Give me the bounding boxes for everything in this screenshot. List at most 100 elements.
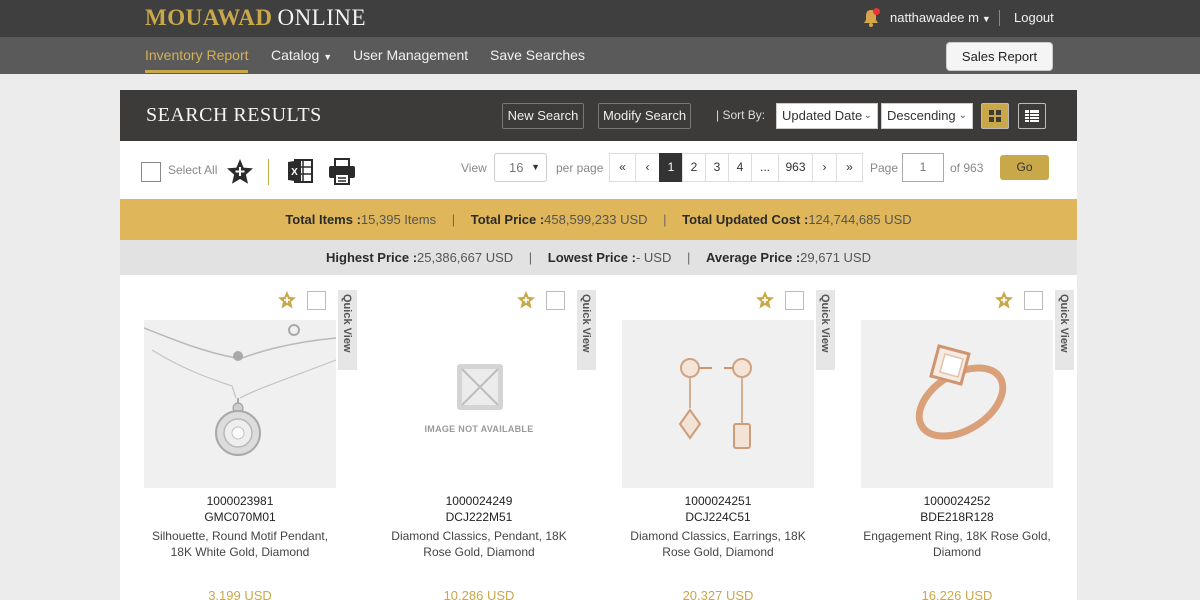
product-card[interactable]: Quick View 1000023981 GMC070M01 Silhouet…: [144, 286, 374, 600]
product-description-line: Diamond: [932, 545, 982, 559]
divider: [999, 10, 1000, 26]
select-all-checkbox[interactable]: [141, 162, 161, 182]
product-sku: DCJ222M51: [445, 510, 513, 524]
pendant-image: [144, 324, 336, 456]
product-image[interactable]: IMAGE NOT AVAILABLE: [383, 320, 575, 488]
page-963[interactable]: 963: [778, 153, 813, 182]
product-card[interactable]: Quick View 1000024251 DCJ224C51 Diamond …: [622, 286, 852, 600]
quick-view-label: Quick View: [819, 294, 831, 353]
sort-by-label: | Sort By:: [716, 108, 766, 122]
highest-price-label: Highest Price :: [326, 250, 418, 265]
lowest-price-value: - USD: [635, 250, 672, 265]
add-favorite-icon[interactable]: [226, 158, 254, 186]
sales-report-button[interactable]: Sales Report: [946, 42, 1053, 71]
select-checkbox[interactable]: [546, 291, 565, 310]
new-search-button[interactable]: New Search: [502, 103, 584, 129]
results-header: SEARCH RESULTS New Search Modify Search …: [120, 90, 1077, 141]
nav-catalog-label: Catalog: [271, 47, 320, 63]
list-icon: [1025, 110, 1039, 122]
product-id: 1000024251: [684, 494, 752, 508]
product-description-line: Rose Gold, Diamond: [662, 545, 774, 559]
favorite-star-icon[interactable]: [277, 290, 297, 310]
total-items-value: 15,395 Items: [360, 212, 437, 227]
page-4[interactable]: 4: [728, 153, 752, 182]
product-image[interactable]: [144, 320, 336, 488]
page-first[interactable]: «: [609, 153, 636, 182]
total-pages-label: of 963: [950, 161, 984, 175]
logout-link[interactable]: Logout: [1014, 10, 1054, 25]
ring-image: [915, 344, 1007, 440]
quick-view-button[interactable]: Quick View: [816, 290, 835, 370]
average-price-label: Average Price :: [705, 250, 801, 265]
product-price: 16,226 USD: [921, 588, 993, 600]
page-1[interactable]: 1: [659, 153, 683, 182]
nav-inventory-report[interactable]: Inventory Report: [145, 47, 249, 63]
view-label: View: [461, 161, 487, 175]
nav-user-management[interactable]: User Management: [353, 47, 468, 63]
divider: |: [528, 250, 533, 265]
quick-view-button[interactable]: Quick View: [338, 290, 357, 370]
product-id: 1000024252: [923, 494, 991, 508]
per-page-label: per page: [556, 161, 604, 175]
sort-field-value: Updated Date: [782, 108, 863, 123]
product-image[interactable]: [861, 320, 1053, 488]
product-description: Diamond Classics, Earrings, 18K Rose Gol…: [612, 528, 824, 560]
page-last[interactable]: »: [836, 153, 863, 182]
excel-export-icon[interactable]: X: [286, 157, 314, 185]
total-cost-label: Total Updated Cost :: [682, 212, 809, 227]
select-checkbox[interactable]: [785, 291, 804, 310]
total-items-label: Total Items :: [285, 212, 361, 227]
product-card[interactable]: Quick View IMAGE NOT AVAILABLE 100002424…: [383, 286, 613, 600]
notification-bell-icon[interactable]: [862, 8, 880, 28]
product-card[interactable]: Quick View 1000024252 BDE218R128 Engagem…: [861, 286, 1091, 600]
product-description: Engagement Ring, 18K Rose Gold, Diamond: [851, 528, 1063, 560]
product-description: Diamond Classics, Pendant, 18K Rose Gold…: [373, 528, 585, 560]
average-price-value: 29,671 USD: [800, 250, 871, 265]
favorite-star-icon[interactable]: [516, 290, 536, 310]
product-price: 3,199 USD: [208, 588, 272, 600]
favorite-star-icon[interactable]: [994, 290, 1014, 310]
page-title: SEARCH RESULTS: [146, 104, 322, 126]
divider: |: [686, 250, 691, 265]
quick-view-button[interactable]: Quick View: [577, 290, 596, 370]
nav-save-searches[interactable]: Save Searches: [490, 47, 585, 63]
sort-field-select[interactable]: Updated Date ⌄: [776, 103, 878, 129]
page-3[interactable]: 3: [705, 153, 729, 182]
list-view-button[interactable]: [1018, 103, 1046, 129]
select-checkbox[interactable]: [307, 291, 326, 310]
product-id: 1000024249: [445, 494, 513, 508]
page-next[interactable]: ›: [812, 153, 837, 182]
total-price-value: 458,599,233 USD: [544, 212, 648, 227]
chevron-down-icon: ⌄: [958, 110, 967, 121]
modify-search-button[interactable]: Modify Search: [598, 103, 691, 129]
go-button[interactable]: Go: [1000, 155, 1049, 180]
favorite-star-icon[interactable]: [755, 290, 775, 310]
top-bar: MOUAWAD ONLINE natthawadee m ▼ Logout: [0, 0, 1200, 37]
nav-catalog[interactable]: Catalog ▼: [271, 47, 332, 63]
product-description-line: Silhouette, Round Motif Pendant,: [151, 529, 329, 543]
quick-view-label: Quick View: [1058, 294, 1070, 353]
product-description-line: 18K White Gold, Diamond: [170, 545, 310, 559]
product-price: 10,286 USD: [443, 588, 515, 600]
grid-view-button[interactable]: [981, 103, 1009, 129]
select-all-label: Select All: [168, 163, 218, 177]
sort-order-select[interactable]: Descending ⌄: [881, 103, 973, 129]
user-menu[interactable]: natthawadee m ▼: [890, 10, 991, 25]
product-description: Silhouette, Round Motif Pendant, 18K Whi…: [134, 528, 346, 560]
print-icon[interactable]: [328, 157, 356, 185]
page-prev[interactable]: ‹: [635, 153, 660, 182]
product-description-line: Diamond Classics, Earrings, 18K: [630, 529, 806, 543]
total-price-label: Total Price :: [470, 212, 545, 227]
product-image[interactable]: [622, 320, 814, 488]
select-checkbox[interactable]: [1024, 291, 1043, 310]
page-2[interactable]: 2: [682, 153, 706, 182]
product-sku: DCJ224C51: [685, 510, 751, 524]
product-description-line: Rose Gold, Diamond: [423, 545, 535, 559]
logo[interactable]: MOUAWAD ONLINE: [145, 5, 366, 31]
divider: |: [451, 212, 456, 227]
pagination: « ‹ 1 2 3 4 ... 963 › »: [609, 153, 863, 182]
per-page-select[interactable]: 16 ▼: [494, 153, 547, 182]
quick-view-button[interactable]: Quick View: [1055, 290, 1074, 370]
page-number-input[interactable]: 1: [902, 153, 944, 182]
image-placeholder-icon: [457, 364, 503, 410]
